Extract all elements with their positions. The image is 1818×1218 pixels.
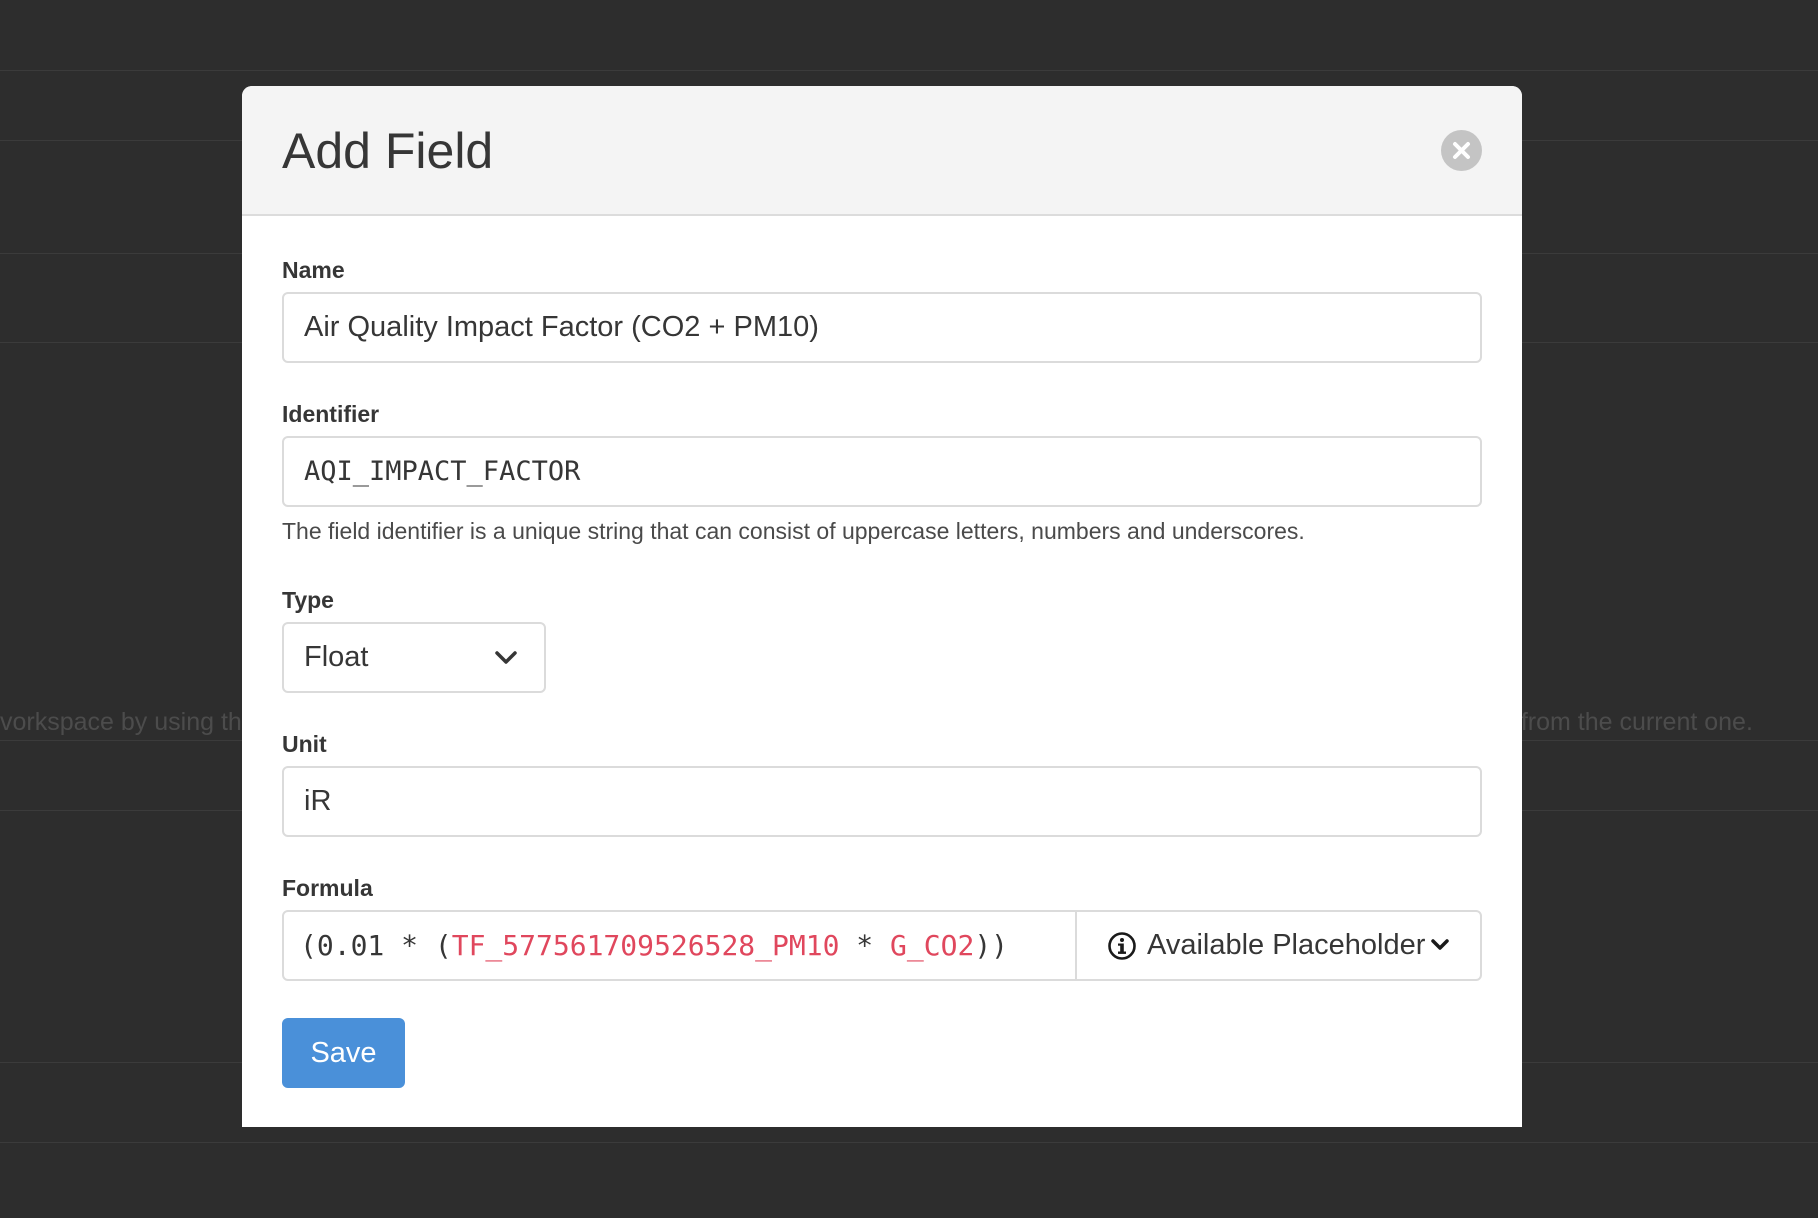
formula-input[interactable]: (0.01 * (TF_577561709526528_PM10 * G_CO2… [282,910,1077,981]
divider [0,1142,1818,1143]
formula-token: * [839,929,891,962]
background-text-left: vorkspace by using the [0,708,256,736]
modal-header: Add Field [242,86,1522,216]
info-icon [1108,932,1136,960]
available-placeholder-label: Available Placeholder [1147,929,1426,961]
unit-label: Unit [282,731,327,757]
formula-token: )) [974,929,1009,962]
save-button[interactable]: Save [282,1018,405,1088]
formula-placeholder-token: TF_577561709526528_PM10 [451,929,840,962]
type-select-value: Float [304,641,369,673]
type-select[interactable]: Float [282,622,546,693]
available-placeholder-dropdown[interactable]: Available Placeholder [1075,910,1482,981]
close-button[interactable] [1441,130,1482,171]
formula-token: (0.01 * ( [300,929,452,962]
formula-label: Formula [282,875,373,901]
type-label: Type [282,587,334,613]
modal-title: Add Field [282,123,494,179]
formula-group: (0.01 * (TF_577561709526528_PM10 * G_CO2… [282,910,1482,981]
identifier-help-text: The field identifier is a unique string … [282,518,1305,544]
formula-placeholder-token: G_CO2 [890,929,975,962]
add-field-modal: Add Field Name Air Quality Impact Factor… [242,86,1522,1127]
identifier-label: Identifier [282,401,380,427]
close-icon [1453,142,1470,159]
chevron-down-icon [1431,939,1449,950]
divider [0,70,1818,71]
unit-input[interactable]: iR [282,766,1482,837]
background-text-right: d from the current one. [1500,708,1753,736]
name-label: Name [282,257,345,283]
chevron-down-icon [495,651,517,664]
name-input[interactable]: Air Quality Impact Factor (CO2 + PM10) [282,292,1482,363]
identifier-input[interactable]: AQI_IMPACT_FACTOR [282,436,1482,507]
